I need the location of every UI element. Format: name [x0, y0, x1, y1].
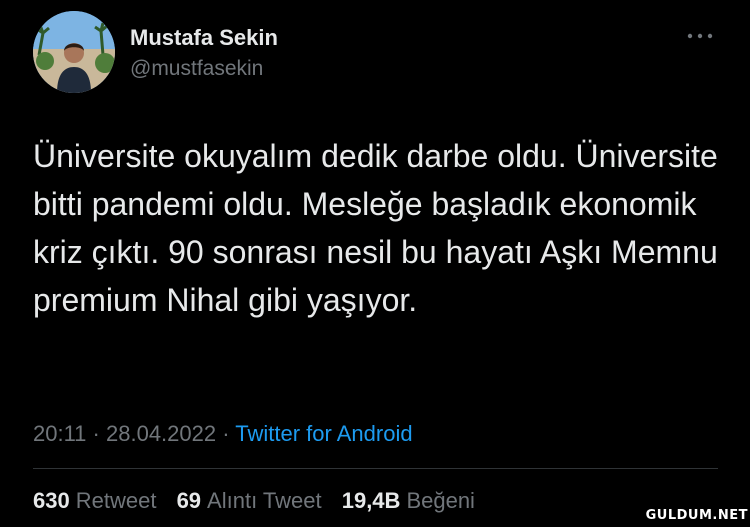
meta-separator: ·	[92, 421, 100, 446]
username-handle[interactable]: @mustfasekin	[130, 57, 263, 81]
tweet-source-link[interactable]: Twitter for Android	[235, 421, 412, 446]
tweet-date: 28.04.2022	[106, 421, 217, 446]
avatar[interactable]	[33, 11, 115, 93]
likes-label: Beğeni	[406, 488, 475, 513]
tweet-meta: 20:11 · 28.04.2022 · Twitter for Android	[33, 421, 413, 447]
retweets-count: 630	[33, 488, 70, 513]
retweets-label: Retweet	[75, 488, 157, 513]
tweet-stats: 630 Retweet 69 Alıntı Tweet 19,4B Beğeni	[33, 488, 489, 514]
more-options-icon[interactable]	[684, 28, 716, 44]
retweets-stat[interactable]: 630 Retweet	[33, 488, 163, 513]
likes-count: 19,4B	[341, 488, 401, 513]
divider	[33, 468, 718, 469]
profile-photo-icon	[33, 11, 115, 93]
tweet-time: 20:11	[33, 421, 87, 446]
watermark: GULDUM.NET	[645, 508, 748, 523]
likes-stat[interactable]: 19,4B Beğeni	[342, 488, 475, 513]
quote-tweets-label: Alıntı Tweet	[207, 488, 322, 513]
quote-tweets-count: 69	[176, 488, 202, 513]
meta-separator: ·	[222, 421, 230, 446]
tweet-text: Üniversite okuyalım dedik darbe oldu. Ün…	[33, 138, 718, 318]
display-name[interactable]: Mustafa Sekin	[130, 25, 278, 51]
quote-tweets-stat[interactable]: 69 Alıntı Tweet	[177, 488, 328, 513]
